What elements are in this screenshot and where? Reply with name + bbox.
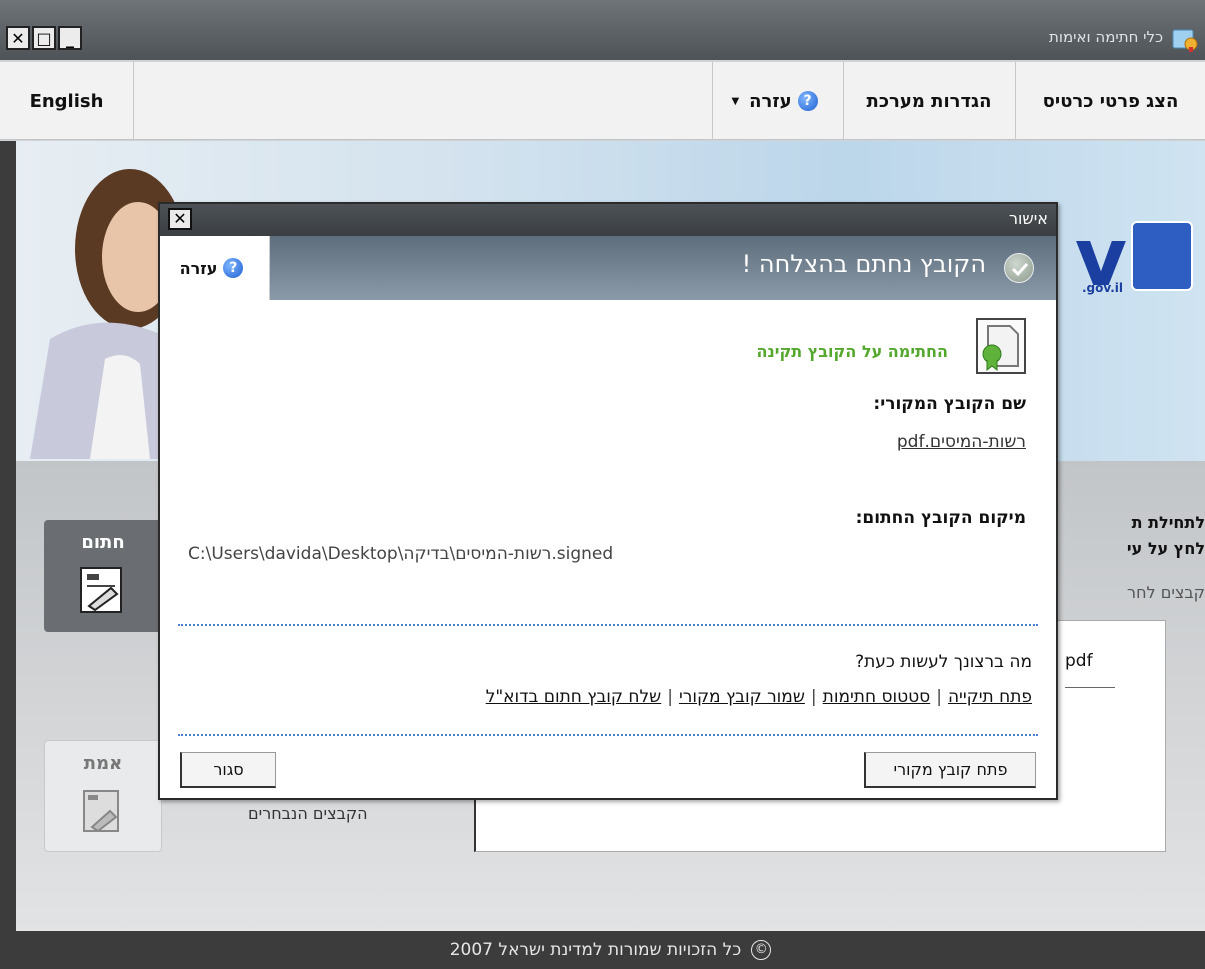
menu-help-label: עזרה [749, 90, 792, 112]
save-original-link[interactable]: שמור קובץ מקורי [679, 687, 805, 707]
original-file-label: שם הקובץ המקורי: [873, 394, 1026, 414]
intro-subtext: קבצים לחר [1127, 583, 1205, 602]
dialog-titlebar: ✕ אישור [160, 204, 1056, 236]
dialog-help-label: עזרה [179, 258, 218, 278]
divider [178, 624, 1038, 626]
menu-english-label: English [29, 90, 104, 112]
verify-document-icon [83, 790, 119, 833]
open-original-button[interactable]: פתח קובץ מקורי [864, 752, 1036, 788]
action-separator: | [936, 687, 942, 707]
menu-system-settings-label: הגדרות מערכת [866, 90, 992, 112]
dialog-header: הקובץ נחתם בהצלחה ! ? עזרה [160, 236, 1056, 300]
copyright-icon: © [751, 940, 772, 960]
main-titlebar: ✕ □ _ כלי חתימה ואימות [0, 0, 1205, 60]
signature-valid-message: החתימה על הקובץ תקינה [756, 342, 948, 361]
intro-heading-line1: לתחילת ת [1131, 513, 1205, 532]
menu-english[interactable]: English [0, 62, 134, 140]
window-controls: ✕ □ _ [6, 26, 82, 50]
original-file-link[interactable]: רשות-המיסים.pdf [897, 432, 1026, 452]
open-folder-link[interactable]: פתח תיקייה [948, 687, 1032, 707]
action-separator: | [810, 687, 817, 707]
chevron-down-icon: ▼ [731, 95, 740, 107]
divider [178, 734, 1038, 736]
intro-heading: לתחילת ת לחץ על עי [1055, 510, 1205, 562]
certificate-icon [976, 318, 1026, 374]
state-emblem-icon [1131, 221, 1193, 291]
help-icon: ? [797, 91, 818, 111]
success-check-icon [1004, 253, 1034, 283]
app-icon [1172, 29, 1198, 52]
sign-button[interactable]: חתום [44, 520, 162, 632]
verify-button[interactable]: אמת [44, 740, 162, 852]
action-links: פתח תיקייה|סטטוס חתימות|שמור קובץ מקורי|… [486, 687, 1032, 707]
action-separator: | [667, 687, 673, 707]
menu-card-details-label: הצג פרטי כרטיס [1042, 90, 1179, 112]
signed-location-label: מיקום הקובץ החתום: [855, 508, 1026, 528]
footer: © כל הזכויות שמורות למדינת ישראל 2007 [16, 931, 1205, 969]
confirmation-dialog: ✕ אישור הקובץ נחתם בהצלחה ! ? עזרה החתימ… [158, 202, 1058, 800]
signed-location-value: C:\Users\davida\Desktop\רשות-המיסים\בדיק… [188, 544, 614, 564]
intro-heading-line2: לחץ על עי [1126, 539, 1205, 558]
gov-site-text: .gov.il [1081, 281, 1123, 295]
banner-woman-image [30, 169, 180, 459]
close-button[interactable]: סגור [180, 752, 276, 788]
menu-bar: הצג פרטי כרטיס הגדרות מערכת ? עזרה ▼ Eng… [0, 62, 1205, 140]
footer-text: כל הזכויות שמורות למדינת ישראל 2007 [449, 940, 742, 960]
window-minimize-button[interactable]: _ [58, 26, 82, 50]
sign-button-label: חתום [81, 532, 125, 553]
menu-help[interactable]: ? עזרה ▼ [712, 62, 842, 140]
window-title: כלי חתימה ואימות [1049, 28, 1163, 46]
dialog-help-button[interactable]: ? עזרה [160, 236, 270, 300]
window-close-button[interactable]: ✕ [6, 26, 30, 50]
dialog-close-icon[interactable]: ✕ [168, 208, 192, 230]
help-icon: ? [223, 258, 244, 278]
selected-files-label: הקבצים הנבחרים [248, 804, 368, 823]
what-now-question: מה ברצונך לעשות כעת? [855, 652, 1032, 672]
dialog-success-message: הקובץ נחתם בהצלחה ! [741, 250, 986, 278]
verify-button-label: אמת [83, 753, 123, 774]
menu-card-details[interactable]: הצג פרטי כרטיס [1015, 62, 1205, 140]
window-maximize-button[interactable]: □ [32, 26, 56, 50]
signature-status-link[interactable]: סטטוס חתימות [823, 687, 931, 707]
file-list-item[interactable]: pdf [1065, 651, 1115, 688]
email-signed-link[interactable]: שלח קובץ חתום בדוא"ל [486, 687, 662, 707]
dialog-title: אישור [1009, 209, 1048, 228]
sign-document-icon [80, 567, 122, 613]
left-frame [0, 141, 16, 969]
menu-system-settings[interactable]: הגדרות מערכת [843, 62, 1014, 140]
